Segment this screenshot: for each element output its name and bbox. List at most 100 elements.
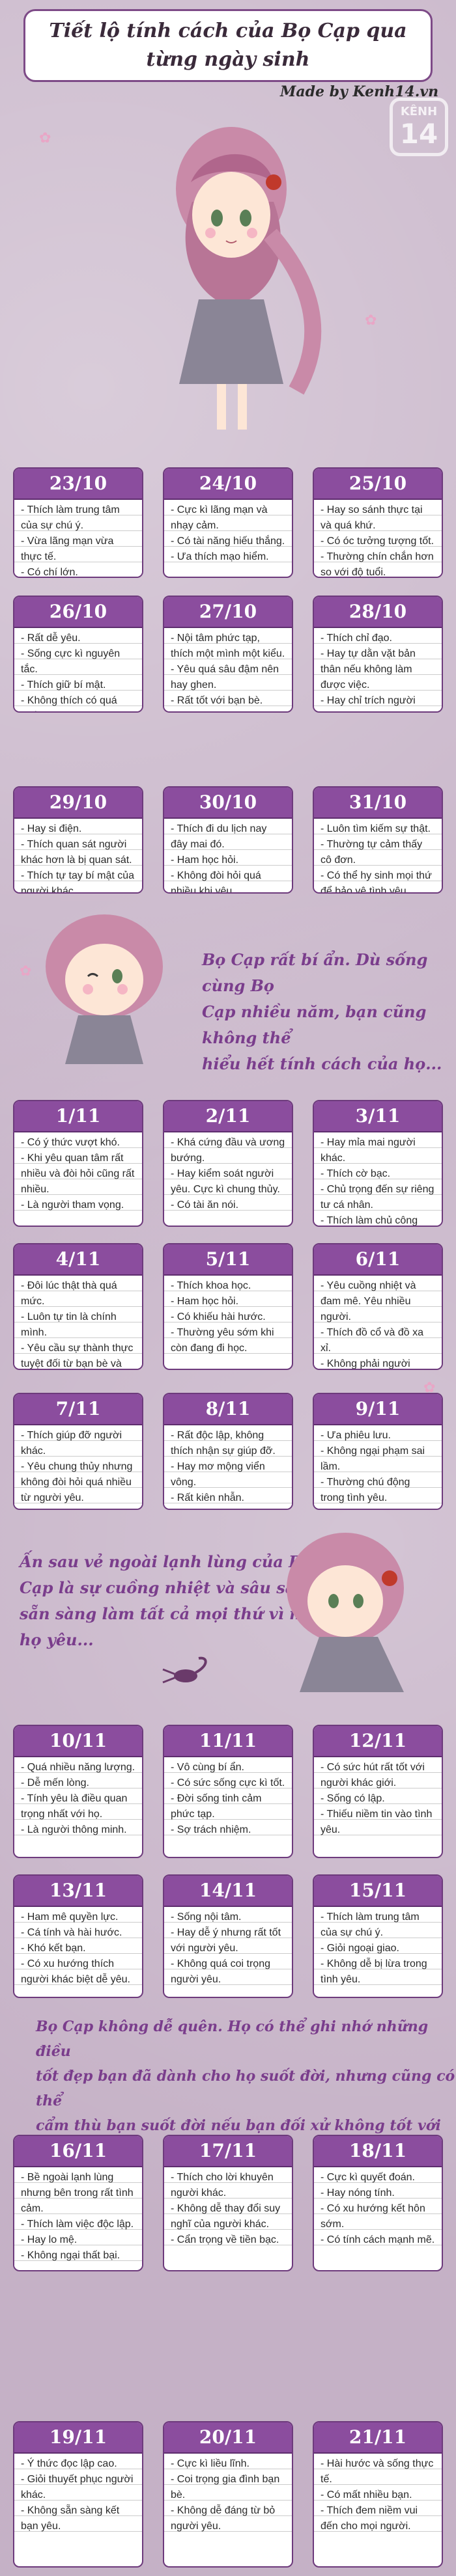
scorpion-icon — [162, 1656, 207, 1684]
card-traits: - Thích làm trung tâm của sự chú ý. - Gi… — [314, 1907, 442, 1992]
quote-text: Bọ Cạp rất bí ẩn. Dù sống cùng Bọ Cạp nh… — [202, 950, 442, 1073]
trait-line: - Ưa thích mạo hiểm. — [171, 551, 269, 562]
trait-line: - Có sức sống cực kì tốt. — [171, 1777, 285, 1788]
card-date: 15/11 — [314, 1876, 442, 1907]
trait-line: - Cực kì lãng mạn và nhạy cảm. — [171, 504, 268, 531]
card-date: 10/11 — [14, 1726, 142, 1757]
trait-line: - Hay so sánh thực tại và quá khứ. — [321, 504, 423, 531]
card-date: 23/10 — [14, 469, 142, 500]
trait-line: - Khá cứng đầu và ương bướng. — [171, 1137, 285, 1164]
trait-line: - Hay si điện. — [21, 823, 82, 834]
trait-line: - Yêu cuồng nhiệt và đam mê. Yêu nhiều n… — [321, 1280, 416, 1322]
card-date: 25/10 — [314, 469, 442, 500]
date-card: 15/11 - Thích làm trung tâm của sự chú ý… — [313, 1874, 443, 1998]
card-traits: - Sống nội tâm. - Hay dễ ý nhưng rất tốt… — [164, 1907, 292, 1992]
card-date: 26/10 — [14, 597, 142, 628]
card-date: 24/10 — [164, 469, 292, 500]
trait-line: - Hay lo mệ. — [21, 2234, 78, 2245]
trait-line: - Thường chú động trong tình yêu. — [321, 1477, 410, 1503]
trait-line: - Có mất nhiều bạn. — [321, 2489, 412, 2501]
card-traits: - Hay mỉa mai người khác. - Thích cờ bạc… — [314, 1132, 442, 1226]
trait-line: - Là người thông minh. — [21, 1824, 127, 1835]
trait-line: - Cẩn trọng về tiền bạc. — [171, 2234, 279, 2245]
scorpio-girl-winking-illustration — [46, 914, 163, 1064]
trait-line: - Không ngại phạm sai lầm. — [321, 1446, 425, 1472]
trait-line: - Không dễ đáng từ bỏ người yêu. — [171, 2505, 276, 2532]
card-traits: - Yêu cuồng nhiệt và đam mê. Yêu nhiều n… — [314, 1276, 442, 1369]
trait-line: - Rất độc lập, không thích nhận sự giúp … — [171, 1430, 276, 1457]
trait-line: - Luôn tự tin là chính mình. — [21, 1311, 117, 1338]
trait-line: - Coi trọng gia đình bạn bè. — [171, 2474, 280, 2501]
trait-line: - Không đòi hỏi quá nhiều khi yêu. — [171, 870, 261, 894]
card-traits: - Cực kì liều lĩnh. - Coi trọng gia đình… — [164, 2454, 292, 2538]
trait-line: - Ý thức đọc lập cao. — [21, 2458, 117, 2469]
date-card: 27/10 - Nội tâm phức tạp, thích một mình… — [163, 596, 293, 713]
trait-line: - Không dễ thay đổi suy nghĩ của người k… — [171, 2203, 281, 2230]
trait-line: - Khó kết bạn. — [21, 1943, 86, 1954]
card-traits: - Ham mê quyền lực. - Cá tính và hài hướ… — [14, 1907, 142, 1992]
trait-line: - Có xu hướng kết hôn sớm. — [321, 2203, 425, 2230]
trait-line: - Cá tính và hài hước. — [21, 1927, 122, 1938]
card-date: 2/11 — [164, 1101, 292, 1132]
infographic-page: Tiết lộ tính cách của Bọ Cạp qua từng ng… — [0, 0, 456, 2576]
trait-line: - Thích quan sát người khác hơn là bị qu… — [21, 839, 132, 866]
date-card: 25/10 - Hay so sánh thực tại và quá khứ.… — [313, 467, 443, 578]
trait-line: - Thích làm trung tâm của sự chú ý. — [21, 504, 120, 531]
card-traits: - Hài hước và sống thực tế. - Có mất nhi… — [314, 2454, 442, 2538]
card-date: 31/10 — [314, 788, 442, 819]
card-traits: - Vô cùng bí ẩn. - Có sức sống cực kì tố… — [164, 1757, 292, 1842]
watermark-number: 14 — [399, 118, 438, 150]
trait-line: - Có óc tưởng tượng tốt. — [321, 536, 435, 547]
card-traits: - Quá nhiều năng lượng. - Dễ mến lòng. -… — [14, 1757, 142, 1842]
card-traits: - Thích cho lời khuyên người khác. - Khô… — [164, 2167, 292, 2252]
card-date: 12/11 — [314, 1726, 442, 1757]
card-traits: - Hay so sánh thực tại và quá khứ. - Có … — [314, 500, 442, 578]
date-card: 18/11 - Cực kì quyết đoán. - Hay nóng tí… — [313, 2135, 443, 2271]
trait-line: - Hay dễ ý nhưng rất tốt với người yêu. — [171, 1927, 281, 1954]
trait-line: - Hay chỉ trích người khác. — [321, 695, 416, 711]
card-date: 18/11 — [314, 2136, 442, 2167]
trait-line: - Rất kiên nhẫn. — [171, 1492, 244, 1503]
trait-line: - Thiếu niềm tin vào tình yêu. — [321, 1809, 433, 1835]
trait-line: - Thích làm trung tâm của sự chú ý. — [321, 1911, 420, 1938]
card-traits: - Thích khoa học. - Ham học hỏi. - Có kh… — [164, 1276, 292, 1360]
date-card: 8/11 - Rất độc lập, không thích nhận sự … — [163, 1393, 293, 1510]
trait-line: - Hay kiểm soát người yêu. Cực kì chung … — [171, 1168, 280, 1195]
trait-line: - Thích làm chủ công việc. — [321, 1215, 418, 1226]
trait-line: - Rất dễ yêu. — [21, 633, 81, 644]
trait-line: - Cực kì liều lĩnh. — [171, 2458, 249, 2469]
trait-line: - Sống cực kì nguyên tắc. — [21, 648, 121, 675]
card-date: 30/10 — [164, 788, 292, 819]
watermark-text: KÊNH — [400, 105, 438, 118]
trait-line: - Thích cho lời khuyên người khác. — [171, 2172, 274, 2199]
date-card: 19/11 - Ý thức đọc lập cao. - Giỏi thuyế… — [13, 2421, 143, 2568]
card-date: 19/11 — [14, 2422, 142, 2454]
trait-line: - Có thể hy sinh mọi thứ để bảo vệ tình … — [321, 870, 432, 894]
date-card: 11/11 - Vô cùng bí ẩn. - Có sức sống cực… — [163, 1725, 293, 1858]
card-date: 20/11 — [164, 2422, 292, 2454]
date-card: 16/11 - Bề ngoài lạnh lùng nhưng bên tro… — [13, 2135, 143, 2271]
trait-line: - Không sẵn sàng kết bạn yêu. — [21, 2505, 120, 2532]
trait-line: - Không phải người tham vọng. — [321, 1358, 410, 1369]
card-date: 3/11 — [314, 1101, 442, 1132]
date-card: 4/11 - Đôi lúc thật thà quá mức. - Luôn … — [13, 1243, 143, 1370]
card-date: 5/11 — [164, 1244, 292, 1276]
trait-line: - Thường chín chắn hơn so với độ tuổi. — [321, 551, 434, 578]
date-card: 28/10 - Thích chỉ đạo. - Hay tự dằn vặt … — [313, 596, 443, 713]
trait-line: - Thường tự cảm thấy cô đơn. — [321, 839, 423, 866]
trait-line: - Có tài ăn nói. — [171, 1199, 239, 1211]
trait-line: - Thích đi du lịch nay đây mai đó. — [171, 823, 267, 850]
trait-line: - Có sức hút rất tốt với người khác giới… — [321, 1762, 425, 1788]
trait-line: - Giỏi thuyết phục người khác. — [21, 2474, 134, 2501]
trait-line: - Thích đồ cổ và đồ xa xỉ. — [321, 1327, 424, 1354]
trait-line: - Thích giúp đỡ người khác. — [21, 1430, 122, 1457]
trait-line: - Nội tâm phức tạp, thích một mình một k… — [171, 633, 285, 659]
trait-line: - Không thích có quá nhiều người quan tâ… — [21, 695, 126, 711]
trait-line: - Yêu chung thủy nhưng không đòi hỏi quá… — [21, 1461, 133, 1503]
card-traits: - Có ý thức vượt khó. - Khi yêu quan tâm… — [14, 1132, 142, 1217]
card-date: 9/11 — [314, 1394, 442, 1425]
trait-line: - Thích khoa học. — [171, 1280, 251, 1291]
card-date: 13/11 — [14, 1876, 142, 1907]
date-card: 5/11 - Thích khoa học. - Ham học hỏi. - … — [163, 1243, 293, 1370]
date-card: 6/11 - Yêu cuồng nhiệt và đam mê. Yêu nh… — [313, 1243, 443, 1370]
